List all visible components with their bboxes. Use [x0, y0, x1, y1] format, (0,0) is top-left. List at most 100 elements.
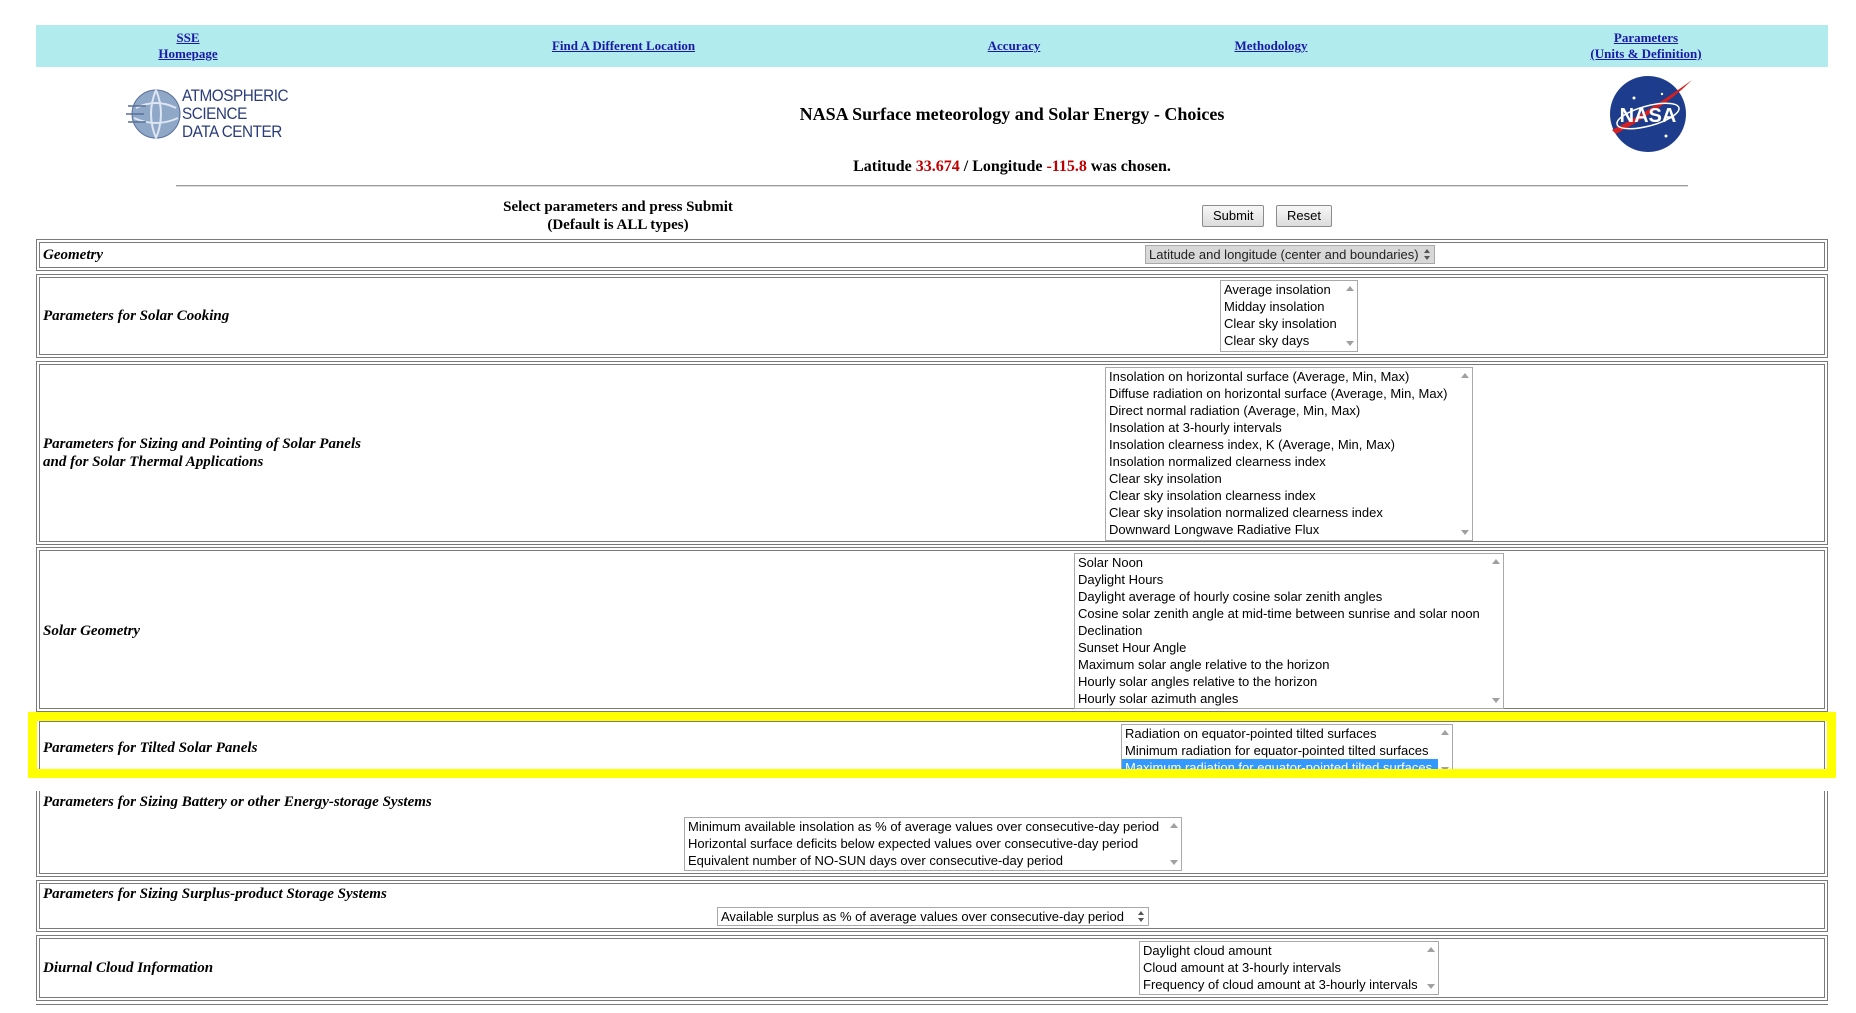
nasa-logo: NASA	[1604, 72, 1694, 156]
list-option[interactable]: Daylight average of hourly cosine solar …	[1075, 588, 1503, 605]
methodology-link[interactable]: Methodology	[1201, 25, 1341, 67]
section-solar-geometry: Solar Geometry Solar Noon Daylight Hours…	[36, 547, 1828, 712]
spin-arrows-icon	[1420, 246, 1434, 263]
list-option[interactable]: Insolation at 3-hourly intervals	[1106, 419, 1472, 436]
list-option[interactable]: Declination	[1075, 622, 1503, 639]
scroll-up-icon[interactable]	[1346, 286, 1354, 291]
listbox-scrollbar[interactable]	[1167, 818, 1181, 870]
list-option[interactable]: Insolation on horizontal surface (Averag…	[1106, 368, 1472, 385]
list-option[interactable]: Minimum available insolation as % of ave…	[685, 818, 1181, 835]
list-option[interactable]: Clear sky insolation clearness index	[1106, 487, 1472, 504]
list-option[interactable]: Hourly solar azimuth angles	[1075, 690, 1503, 707]
list-option[interactable]: Clear sky insolation	[1221, 315, 1357, 332]
header-divider	[176, 185, 1688, 187]
list-option[interactable]: Solar Noon	[1075, 554, 1503, 571]
scroll-down-icon[interactable]	[1346, 341, 1354, 346]
latitude-label: Latitude	[853, 158, 912, 175]
list-option[interactable]: Average insolation	[1221, 281, 1357, 298]
geometry-label: Geometry	[43, 247, 103, 263]
diurnal-cloud-label: Diurnal Cloud Information	[43, 960, 214, 976]
scroll-down-icon[interactable]	[1427, 984, 1435, 989]
sse-link-line2: Homepage	[158, 46, 218, 61]
list-option[interactable]: Radiation on equator-pointed tilted surf…	[1122, 725, 1452, 742]
list-option[interactable]: Midday insolation	[1221, 298, 1357, 315]
sse-link-line1: SSE	[176, 30, 200, 45]
section-diurnal-cloud: Diurnal Cloud Information Daylight cloud…	[36, 935, 1828, 1001]
battery-listbox[interactable]: Minimum available insolation as % of ave…	[684, 817, 1182, 871]
list-option[interactable]: Maximum solar angle relative to the hori…	[1075, 656, 1503, 673]
list-option[interactable]: Insolation clearness index, K (Average, …	[1106, 436, 1472, 453]
spin-arrows-icon	[1134, 908, 1148, 925]
list-option[interactable]: Insolation normalized clearness index	[1106, 453, 1472, 470]
solar-panels-label: Parameters for Sizing and Pointing of So…	[43, 436, 361, 470]
parameters-link[interactable]: Parameters (Units & Definition)	[1556, 25, 1736, 67]
listbox-scrollbar[interactable]	[1438, 725, 1452, 777]
list-option[interactable]: Equivalent number of NO-SUN days over co…	[685, 852, 1181, 869]
list-option[interactable]: Cloud amount at 3-hourly intervals	[1140, 959, 1438, 976]
parameters-link-line2: (Units & Definition)	[1590, 46, 1702, 61]
scroll-up-icon[interactable]	[1492, 559, 1500, 564]
solar-geometry-listbox[interactable]: Solar Noon Daylight Hours Daylight avera…	[1074, 553, 1504, 709]
scroll-down-icon[interactable]	[1492, 698, 1500, 703]
coord-separator: /	[963, 158, 969, 175]
reset-button[interactable]: Reset	[1276, 205, 1332, 227]
battery-label: Parameters for Sizing Battery or other E…	[43, 794, 432, 810]
diurnal-cloud-listbox[interactable]: Daylight cloud amount Cloud amount at 3-…	[1139, 941, 1439, 995]
solar-panels-listbox[interactable]: Insolation on horizontal surface (Averag…	[1105, 367, 1473, 541]
geometry-select[interactable]: Latitude and longitude (center and bound…	[1145, 245, 1435, 264]
listbox-scrollbar[interactable]	[1458, 368, 1472, 540]
section-solar-panels: Parameters for Sizing and Pointing of So…	[36, 361, 1828, 545]
scroll-up-icon[interactable]	[1170, 823, 1178, 828]
list-option[interactable]: Frequency of cloud amount at 3-hourly in…	[1140, 976, 1438, 993]
scroll-down-icon[interactable]	[1441, 767, 1449, 772]
page-title: NASA Surface meteorology and Solar Energ…	[799, 104, 1225, 124]
listbox-scrollbar[interactable]	[1424, 942, 1438, 994]
instruction-line2: (Default is ALL types)	[547, 217, 689, 233]
scroll-up-icon[interactable]	[1461, 373, 1469, 378]
tilted-panels-label: Parameters for Tilted Solar Panels	[43, 740, 258, 756]
instruction-line1: Select parameters and press Submit	[503, 199, 733, 215]
list-option[interactable]: Daylight Hours	[1075, 571, 1503, 588]
solar-cooking-label: Parameters for Solar Cooking	[43, 308, 230, 324]
list-option[interactable]: Direct normal radiation (Average, Min, M…	[1106, 402, 1472, 419]
list-option[interactable]: Sunset Hour Angle	[1075, 639, 1503, 656]
find-location-link[interactable]: Find A Different Location	[516, 25, 731, 67]
list-option[interactable]: Downward Longwave Radiative Flux	[1106, 521, 1472, 538]
form-instructions: Select parameters and press Submit (Defa…	[440, 198, 796, 234]
solar-cooking-listbox[interactable]: Average insolation Midday insolation Cle…	[1220, 280, 1358, 352]
scroll-down-icon[interactable]	[1461, 530, 1469, 535]
accuracy-link[interactable]: Accuracy	[954, 25, 1074, 67]
tilted-panels-listbox[interactable]: Radiation on equator-pointed tilted surf…	[1121, 724, 1453, 778]
surplus-selected-value: Available surplus as % of average values…	[721, 909, 1124, 924]
sse-homepage-link[interactable]: SSE Homepage	[128, 25, 248, 67]
svg-text:NASA: NASA	[1620, 105, 1677, 127]
section-battery: Parameters for Sizing Battery or other E…	[36, 791, 1828, 877]
surplus-select[interactable]: Available surplus as % of average values…	[717, 907, 1149, 926]
chosen-location-text: Latitude 33.674 / Longitude -115.8 was c…	[0, 158, 1856, 176]
list-option[interactable]: Minimum radiation for equator-pointed ti…	[1122, 742, 1452, 759]
list-option[interactable]: Clear sky days	[1221, 332, 1357, 349]
nasa-meatball-icon: NASA	[1610, 76, 1692, 152]
list-option[interactable]: Horizontal surface deficits below expect…	[685, 835, 1181, 852]
solar-geometry-label: Solar Geometry	[43, 623, 141, 639]
section-surplus: Parameters for Sizing Surplus-product St…	[36, 880, 1828, 932]
section-geometry: Geometry Latitude and longitude (center …	[36, 239, 1828, 271]
surplus-label: Parameters for Sizing Surplus-product St…	[43, 886, 387, 902]
scroll-down-icon[interactable]	[1170, 860, 1178, 865]
listbox-scrollbar[interactable]	[1489, 554, 1503, 708]
list-option[interactable]: Diffuse radiation on horizontal surface …	[1106, 385, 1472, 402]
scroll-up-icon[interactable]	[1427, 947, 1435, 952]
section-solar-cooking: Parameters for Solar Cooking Average ins…	[36, 274, 1828, 358]
submit-button[interactable]: Submit	[1202, 205, 1265, 227]
section-tilted-panels: Parameters for Tilted Solar Panels Radia…	[36, 718, 1828, 778]
list-option[interactable]: Hourly solar angles relative to the hori…	[1075, 673, 1503, 690]
list-option[interactable]: Clear sky insolation normalized clearnes…	[1106, 504, 1472, 521]
listbox-scrollbar[interactable]	[1343, 281, 1357, 351]
parameters-link-line1: Parameters	[1613, 30, 1679, 45]
list-option[interactable]: Daylight cloud amount	[1140, 942, 1438, 959]
list-option-selected[interactable]: Maximum radiation for equator-pointed ti…	[1122, 759, 1452, 776]
latitude-value: 33.674	[915, 158, 960, 175]
list-option[interactable]: Cosine solar zenith angle at mid-time be…	[1075, 605, 1503, 622]
list-option[interactable]: Clear sky insolation	[1106, 470, 1472, 487]
scroll-up-icon[interactable]	[1441, 730, 1449, 735]
